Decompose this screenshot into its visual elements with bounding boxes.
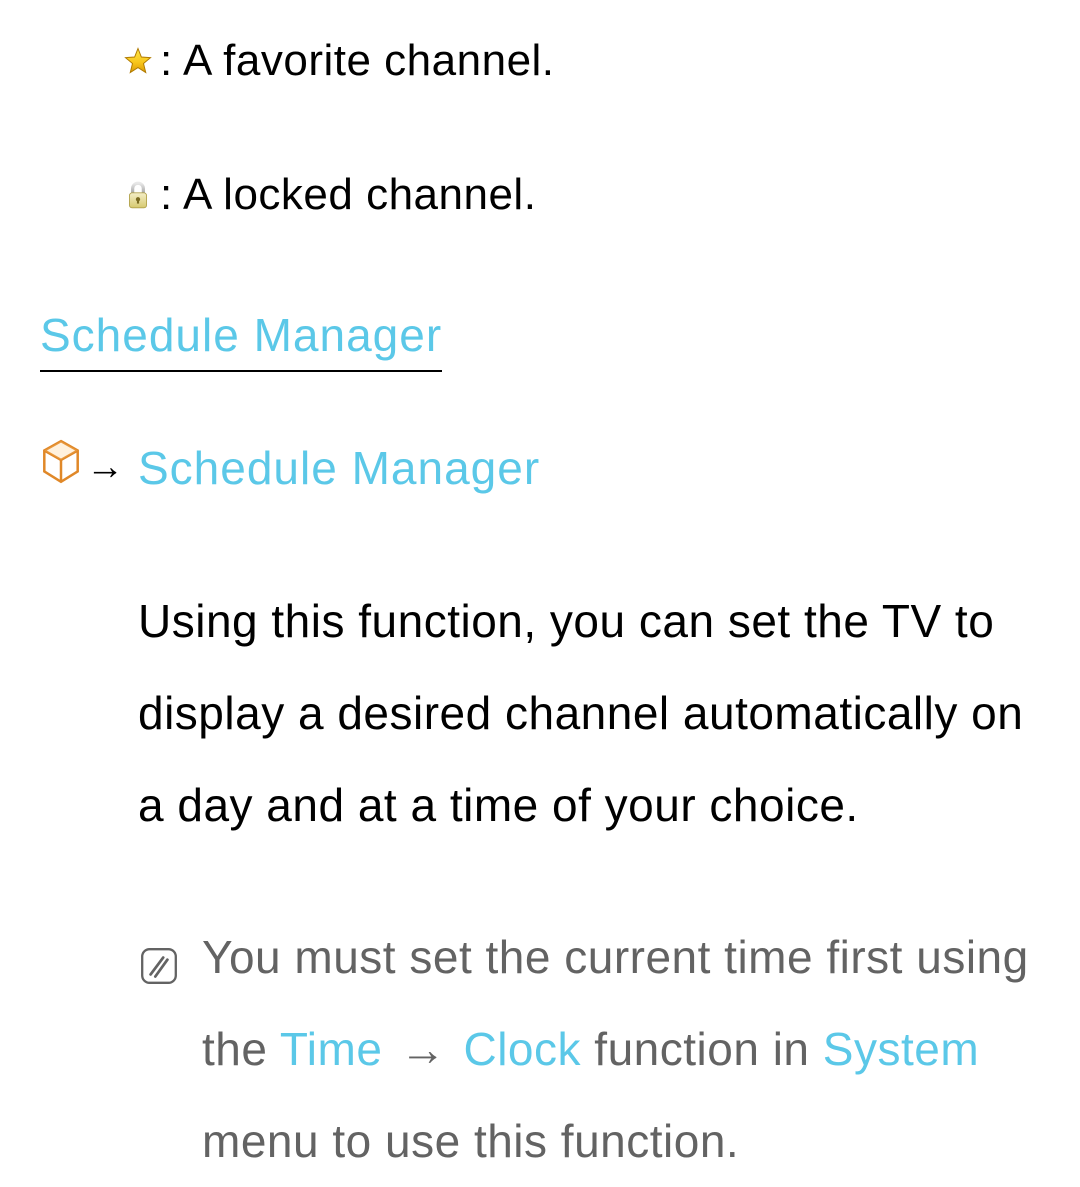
note-icon <box>138 925 180 1017</box>
lock-icon <box>120 180 156 210</box>
cube-icon <box>40 438 82 497</box>
favorite-channel-text: : A favorite channel. <box>160 36 555 86</box>
clock-link: Clock <box>463 1023 581 1075</box>
locked-channel-text: : A locked channel. <box>160 170 536 220</box>
note-arrow: → <box>386 1023 459 1075</box>
locked-channel-line: : A locked channel. <box>120 170 1060 220</box>
body-paragraph: Using this function, you can set the TV … <box>138 575 1030 851</box>
breadcrumb-text: Schedule Manager <box>138 441 540 495</box>
note-part3: menu to use this function. <box>202 1115 739 1167</box>
section-heading: Schedule Manager <box>40 308 442 372</box>
time-link: Time <box>280 1023 383 1075</box>
note-text: You must set the current time first usin… <box>202 911 1030 1187</box>
breadcrumb: → Schedule Manager <box>40 438 1060 497</box>
favorite-channel-line: : A favorite channel. <box>120 36 1060 86</box>
system-link: System <box>823 1023 979 1075</box>
arrow-icon: → <box>86 446 124 489</box>
note-part2: function in <box>581 1023 823 1075</box>
note-block: You must set the current time first usin… <box>138 911 1030 1187</box>
star-icon <box>120 46 156 76</box>
